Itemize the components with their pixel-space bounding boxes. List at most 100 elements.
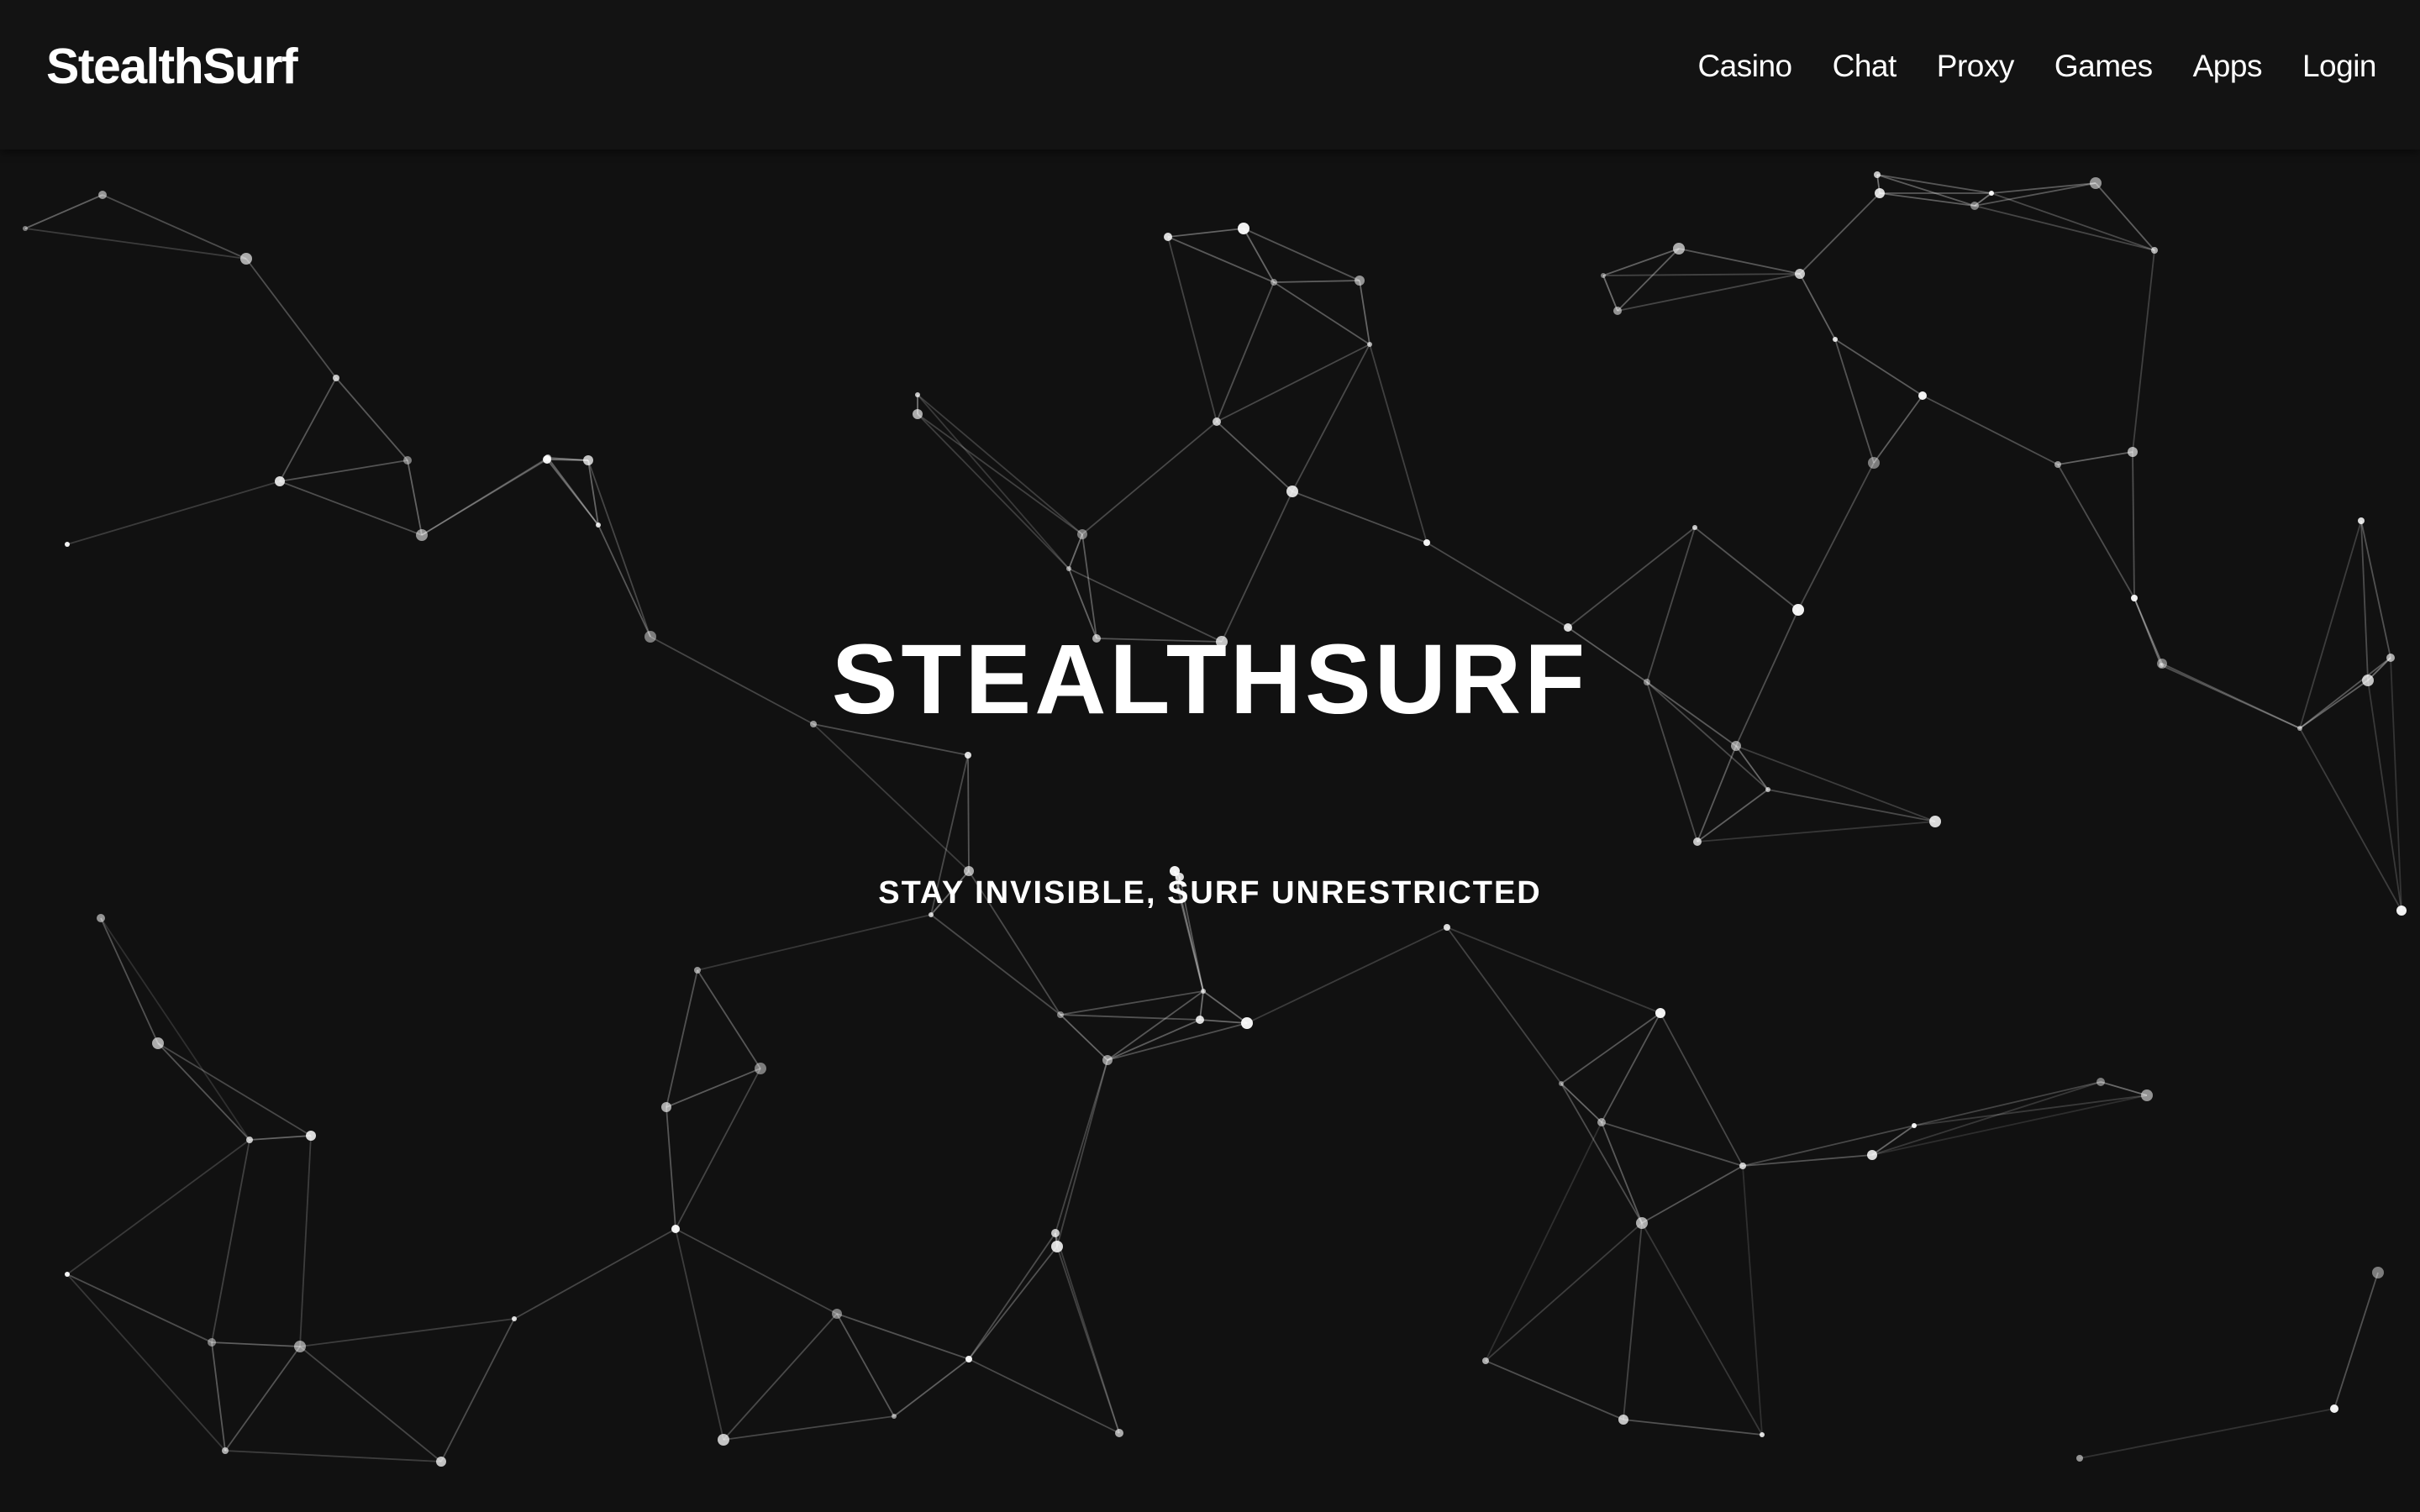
network-node <box>1213 417 1221 426</box>
network-link <box>836 1313 895 1417</box>
network-node <box>65 542 70 547</box>
network-node <box>97 914 105 922</box>
network-link <box>407 459 423 536</box>
network-link <box>666 969 698 1108</box>
network-link <box>1871 1081 2102 1156</box>
network-link <box>1221 491 1293 643</box>
network-link <box>968 1232 1056 1360</box>
network-node <box>2128 447 2138 457</box>
network-link <box>1167 228 1244 238</box>
network-link <box>2133 597 2162 666</box>
network-link <box>1735 745 1936 822</box>
network-node <box>222 1447 229 1454</box>
nav-link-casino[interactable]: Casino <box>1697 49 1792 84</box>
nav-link-games[interactable]: Games <box>2054 49 2153 84</box>
top-navbar: StealthSurf Casino Chat Proxy Games Apps… <box>0 0 2420 150</box>
network-link <box>1834 339 1923 396</box>
network-link <box>1742 1154 1873 1167</box>
network-node <box>208 1338 216 1347</box>
network-link <box>224 1450 442 1462</box>
network-link <box>1646 681 1698 843</box>
network-link <box>299 1346 442 1462</box>
network-link <box>1876 174 1992 194</box>
network-link <box>1060 1014 1201 1021</box>
network-node <box>2372 1267 2384 1278</box>
network-node <box>512 1316 517 1321</box>
network-link <box>1426 542 1569 628</box>
network-link <box>157 1042 250 1141</box>
network-node <box>403 456 412 465</box>
network-node <box>1918 391 1927 400</box>
network-link <box>1107 990 1204 1061</box>
network-link <box>1742 1125 1915 1167</box>
network-node <box>1989 191 1994 196</box>
network-link <box>675 1228 724 1441</box>
network-link <box>1199 990 1204 1021</box>
network-node <box>1559 1081 1564 1086</box>
network-node <box>810 721 817 727</box>
network-node <box>1655 1008 1665 1018</box>
network-link <box>1068 533 1083 570</box>
network-link <box>1601 1121 1643 1224</box>
network-node <box>1176 873 1184 881</box>
network-node <box>1051 1229 1060 1237</box>
network-link <box>1369 344 1428 543</box>
network-node <box>2396 906 2407 916</box>
nav-link-login[interactable]: Login <box>2302 49 2377 84</box>
network-link <box>968 1246 1058 1360</box>
network-node <box>2141 1089 2153 1101</box>
nav-link-apps[interactable]: Apps <box>2193 49 2263 84</box>
network-link <box>587 459 599 526</box>
network-link <box>211 1139 250 1343</box>
network-node <box>755 1063 766 1074</box>
network-node <box>1241 1017 1253 1029</box>
network-node <box>1875 188 1885 198</box>
network-node <box>416 529 428 541</box>
network-link <box>1567 527 1696 628</box>
nav-link-chat[interactable]: Chat <box>1833 49 1897 84</box>
network-node <box>1912 1123 1917 1128</box>
network-link <box>1081 533 1097 639</box>
network-node <box>1765 787 1770 792</box>
network-node <box>2096 1078 2105 1086</box>
network-node <box>1564 623 1572 632</box>
network-link <box>587 459 651 638</box>
network-link <box>1922 395 2059 465</box>
network-node <box>1444 924 1450 931</box>
network-node <box>1077 529 1087 539</box>
network-link <box>2132 451 2135 599</box>
network-link <box>1834 339 1875 464</box>
network-node <box>2386 654 2395 662</box>
network-node <box>1760 1432 1765 1437</box>
network-link <box>675 1068 761 1230</box>
network-node <box>644 631 656 643</box>
nav-link-proxy[interactable]: Proxy <box>1937 49 2015 84</box>
network-node <box>1867 1150 1877 1160</box>
network-link <box>2160 664 2301 729</box>
network-link <box>930 754 969 916</box>
network-link <box>1660 1012 1744 1167</box>
network-node <box>965 752 971 759</box>
network-link <box>1202 990 1248 1024</box>
network-link <box>1646 527 1696 683</box>
network-node <box>2090 177 2102 189</box>
network-link <box>1694 527 1799 611</box>
network-link <box>893 1358 970 1417</box>
network-link <box>1359 280 1370 345</box>
network-link <box>1799 192 1881 275</box>
network-node <box>1597 1118 1606 1126</box>
network-link <box>1602 275 1618 312</box>
network-link <box>1646 681 1769 790</box>
network-link <box>1799 273 1836 340</box>
network-link <box>1873 395 1923 464</box>
brand-logo[interactable]: StealthSurf <box>46 38 298 95</box>
network-node <box>2151 247 2158 254</box>
network-link <box>279 377 337 482</box>
network-link <box>245 258 337 379</box>
network-node <box>1693 837 1702 846</box>
network-node <box>1057 1011 1064 1018</box>
network-link <box>1560 1083 1602 1123</box>
network-link <box>1602 248 1680 276</box>
network-link <box>967 754 970 872</box>
network-link <box>157 1042 312 1137</box>
